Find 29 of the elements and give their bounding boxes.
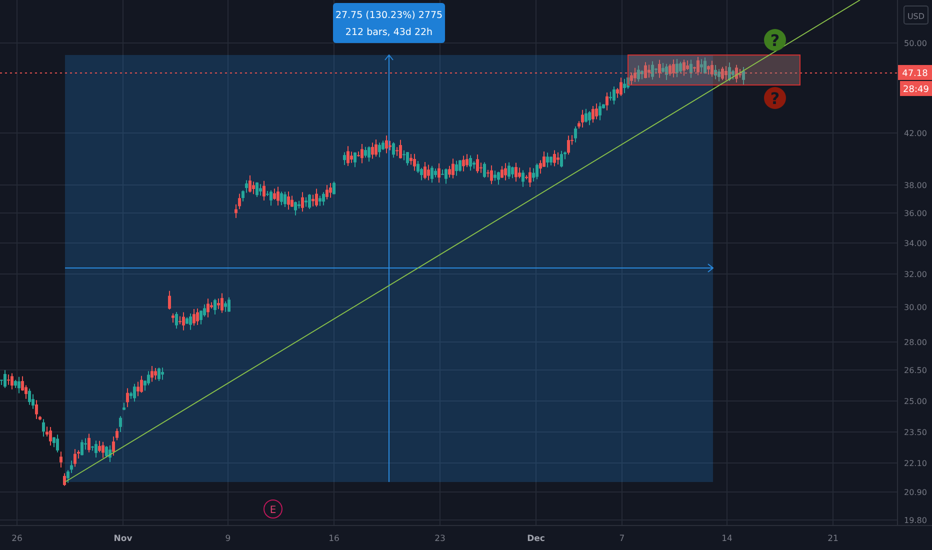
date-label: 7 [619,534,625,544]
earnings-marker[interactable]: E [264,500,282,518]
price-label: 25.00 [904,397,927,406]
date-label: 16 [328,534,340,544]
measure-text: 212 bars, 43d 22h [345,27,433,38]
price-axis: USD 50.00 42.00 38.00 36.00 34.00 32.00 30.00 28.00 26.50 25.00 23.50 22.10 20.90 19.80 47.18 28:49 [897,0,932,525]
price-label: 19.80 [904,516,927,525]
price-label: 42.00 [904,129,927,138]
date-label: 23 [434,534,446,544]
date-label: 9 [225,534,231,544]
alert-marker[interactable]: ? [764,29,786,51]
price-label: 38.00 [904,181,927,190]
price-label: 32.00 [904,270,927,279]
price-label: 36.00 [904,209,927,218]
price-label: 26.50 [904,366,927,375]
date-label: Dec [527,534,545,544]
alert-marker[interactable]: ? [764,87,786,109]
price-label: 22.10 [904,459,927,468]
price-label: 20.90 [904,488,927,497]
price-label: 23.50 [904,428,927,437]
date-label: 14 [722,534,732,544]
price-label: 34.00 [904,239,927,248]
date-label: 21 [828,534,838,544]
date-label: Nov [114,534,132,544]
price-label: 50.00 [904,39,927,48]
price-label: 30.00 [904,303,927,312]
price-label: 28.00 [904,338,927,347]
measure-text: 27.75 (130.23%) 2775 [335,10,443,21]
date-label: 26 [12,534,22,544]
